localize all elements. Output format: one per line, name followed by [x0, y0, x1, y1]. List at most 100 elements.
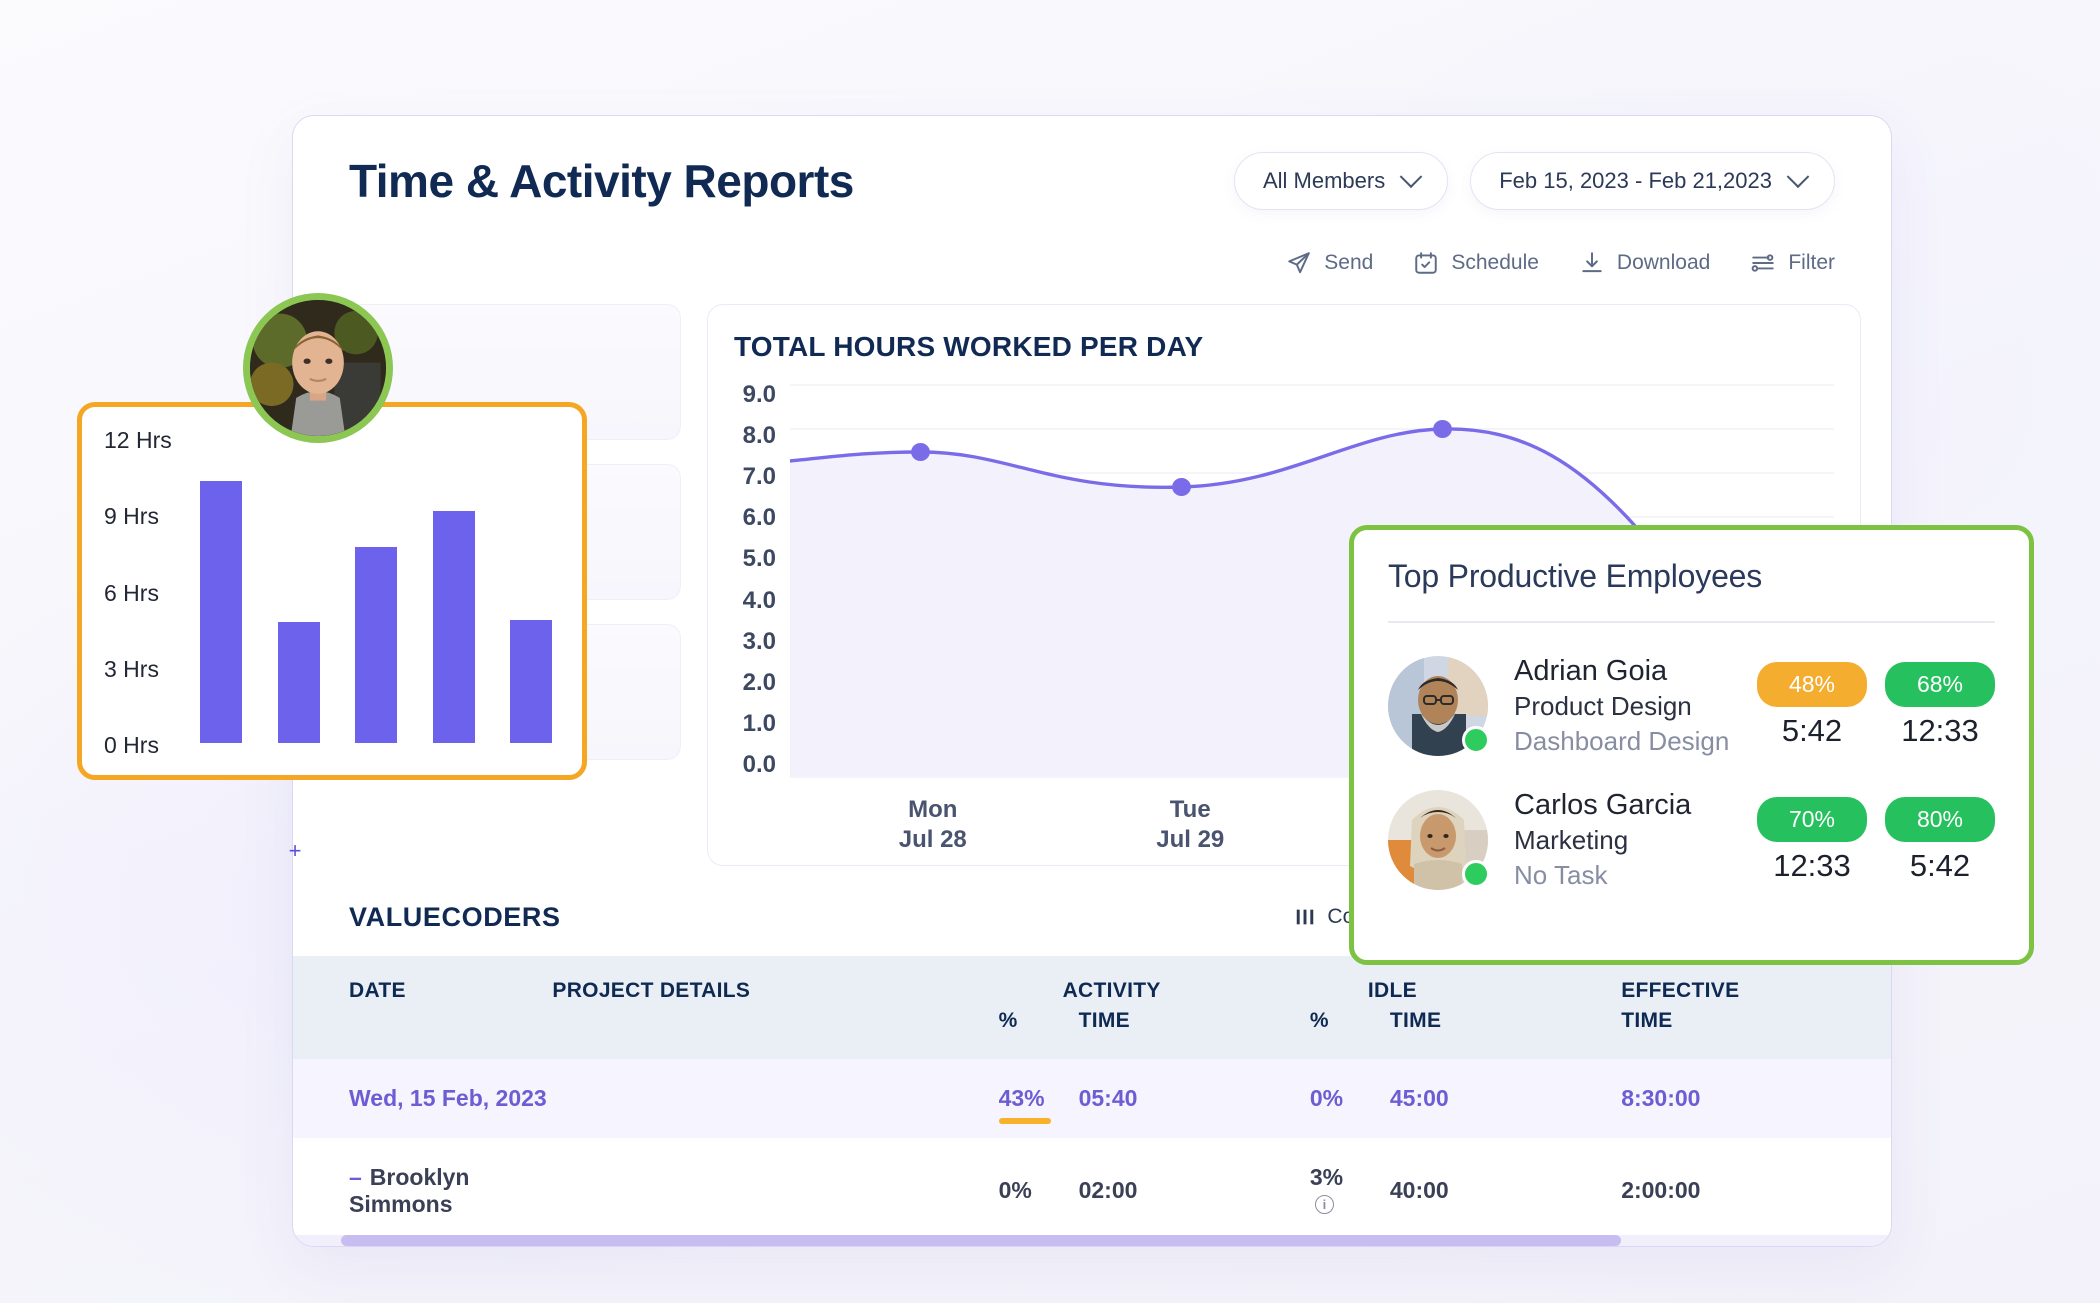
employee-info: Carlos Garcia Marketing No Task [1514, 787, 1757, 893]
employees-card-title: Top Productive Employees [1388, 558, 1763, 594]
th-idle-title: IDLE [1367, 979, 1417, 1002]
y-tick: 9.0 [742, 381, 776, 408]
members-filter-dropdown[interactable]: All Members [1233, 152, 1449, 210]
schedule-label: Schedule [1451, 251, 1539, 274]
hours-bar-chart-callout: 12 Hrs 9 Hrs 6 Hrs 3 Hrs 0 Hrs [77, 402, 587, 780]
bar-y-tick: 0 Hrs [104, 732, 159, 758]
cell-activity-pct-wrap: 43% [998, 1085, 1051, 1124]
date-range-dropdown[interactable]: Feb 15, 2023 - Feb 21,2023 [1470, 152, 1835, 210]
cell-date: Wed, 15 Feb, 2023 [293, 1058, 553, 1138]
cell-member-name: – Brooklyn Simmons [293, 1137, 553, 1244]
table-row[interactable]: Wed, 15 Feb, 2023 43% 05:40 0% 45:00 8:3… [293, 1058, 1891, 1138]
employee-metrics: 70% 12:33 80% 5:42 [1757, 796, 1995, 884]
top-productive-employees-card: Top Productive Employees Adrian Goia Pro… [1349, 525, 2034, 965]
th-activity[interactable]: ACTIVITY % TIME [998, 956, 1310, 1059]
schedule-button[interactable]: Schedule [1413, 250, 1539, 276]
x-tick-day: Tue [1169, 796, 1211, 823]
metric-badge: 80% [1885, 796, 1995, 842]
chart-title: TOTAL HOURS WORKED PER DAY [734, 331, 1204, 362]
horizontal-scrollbar-track[interactable] [293, 1235, 1891, 1246]
employee-metrics: 48% 5:42 68% 12:33 [1757, 662, 1995, 749]
cell-activity-time: 02:00 [1078, 1177, 1138, 1204]
cell-idle: 0% 45:00 [1309, 1058, 1622, 1138]
online-status-dot [1462, 725, 1490, 754]
report-table: DATE PROJECT DETAILS ACTIVITY % TIME IDL… [293, 956, 1891, 1244]
employee-avatar-wrap [1388, 655, 1490, 756]
filter-button[interactable]: Filter [1750, 250, 1835, 276]
table-body: Wed, 15 Feb, 2023 43% 05:40 0% 45:00 8:3… [293, 1058, 1891, 1244]
bar-y-tick: 9 Hrs [104, 503, 159, 530]
cell-idle-pct-wrap: 3% i [1310, 1164, 1356, 1218]
data-point[interactable] [911, 443, 930, 461]
divider [1388, 621, 1995, 623]
download-button[interactable]: Download [1579, 250, 1710, 276]
member-avatar[interactable] [243, 293, 393, 443]
members-filter-label: All Members [1262, 168, 1386, 193]
table-row[interactable]: – Brooklyn Simmons 0% 02:00 3%i 40:00 2:… [293, 1137, 1891, 1244]
bar-y-tick: 6 Hrs [104, 579, 159, 606]
x-tick-date: Jul 28 [898, 826, 967, 853]
date-range-label: Feb 15, 2023 - Feb 21,2023 [1499, 168, 1772, 193]
resize-plus-icon[interactable]: + [285, 840, 305, 862]
metric-time: 12:33 [1901, 713, 1979, 749]
th-idle-time: TIME [1389, 1009, 1442, 1033]
th-idle[interactable]: IDLE % TIME [1309, 956, 1622, 1059]
y-tick: 4.0 [742, 586, 776, 614]
horizontal-scrollbar-thumb[interactable] [341, 1235, 1621, 1246]
metric-effective: 80% 5:42 [1885, 796, 1995, 884]
info-icon[interactable]: i [1314, 1194, 1334, 1214]
x-tick-day: Mon [908, 796, 958, 823]
metric-effective: 68% 12:33 [1885, 662, 1995, 749]
chevron-down-icon [1399, 165, 1423, 189]
th-effective-time: TIME [1621, 1009, 1673, 1033]
page-title: Time & Activity Reports [349, 155, 854, 207]
employee-name: Carlos Garcia [1514, 788, 1692, 821]
download-label: Download [1616, 251, 1711, 274]
metric-activity: 48% 5:42 [1757, 662, 1867, 749]
bar[interactable] [355, 546, 397, 743]
cell-idle-time: 40:00 [1389, 1177, 1449, 1204]
metric-time: 5:42 [1909, 847, 1971, 883]
x-tick-date: Jul 29 [1156, 826, 1225, 853]
organization-name: VALUECODERS [349, 901, 561, 932]
y-tick: 0.0 [742, 750, 776, 778]
th-date[interactable]: DATE [293, 956, 553, 1059]
y-tick: 7.0 [742, 463, 776, 491]
metric-badge: 68% [1885, 662, 1995, 708]
bar[interactable] [200, 481, 242, 743]
chart-y-axis: 9.0 8.0 7.0 6.0 5.0 4.0 3.0 2.0 1.0 0.0 [734, 381, 790, 781]
employee-department: Product Design [1514, 690, 1692, 721]
employee-task: Dashboard Design [1514, 725, 1730, 756]
bar-y-tick: 12 Hrs [104, 427, 172, 453]
employee-row[interactable]: Carlos Garcia Marketing No Task 70% 12:3… [1388, 773, 1995, 907]
employee-info: Adrian Goia Product Design Dashboard Des… [1514, 653, 1757, 759]
table-header-row: DATE PROJECT DETAILS ACTIVITY % TIME IDL… [293, 956, 1891, 1059]
x-tick: Mon Jul 28 [804, 795, 1062, 855]
send-label: Send [1324, 251, 1374, 274]
send-button[interactable]: Send [1286, 250, 1373, 276]
cell-activity: 0% 02:00 [998, 1137, 1310, 1244]
y-tick: 1.0 [742, 709, 776, 737]
collapse-dash-icon[interactable]: – [349, 1164, 362, 1190]
employee-name: Adrian Goia [1514, 654, 1668, 687]
y-tick: 3.0 [742, 627, 776, 655]
bar[interactable] [432, 511, 475, 743]
employee-row[interactable]: Adrian Goia Product Design Dashboard Des… [1388, 639, 1995, 773]
bar[interactable] [510, 619, 552, 743]
th-project-label: PROJECT DETAILS [552, 979, 751, 1002]
avatar-photo [250, 300, 386, 436]
th-project-details[interactable]: PROJECT DETAILS [552, 956, 999, 1059]
th-activity-title: ACTIVITY [1062, 979, 1161, 1002]
cell-project [552, 1058, 999, 1138]
data-point[interactable] [1433, 420, 1452, 438]
th-effective[interactable]: EFFECTIVE TIME [1621, 956, 1891, 1059]
bar[interactable] [277, 622, 320, 743]
download-icon [1582, 252, 1602, 273]
data-point[interactable] [1172, 478, 1191, 496]
employee-task: No Task [1514, 860, 1608, 891]
th-activity-time: TIME [1078, 1009, 1130, 1033]
y-tick: 5.0 [742, 545, 776, 573]
metric-activity: 70% 12:33 [1757, 796, 1867, 884]
metric-badge: 48% [1757, 662, 1867, 708]
columns-icon [1297, 909, 1314, 925]
